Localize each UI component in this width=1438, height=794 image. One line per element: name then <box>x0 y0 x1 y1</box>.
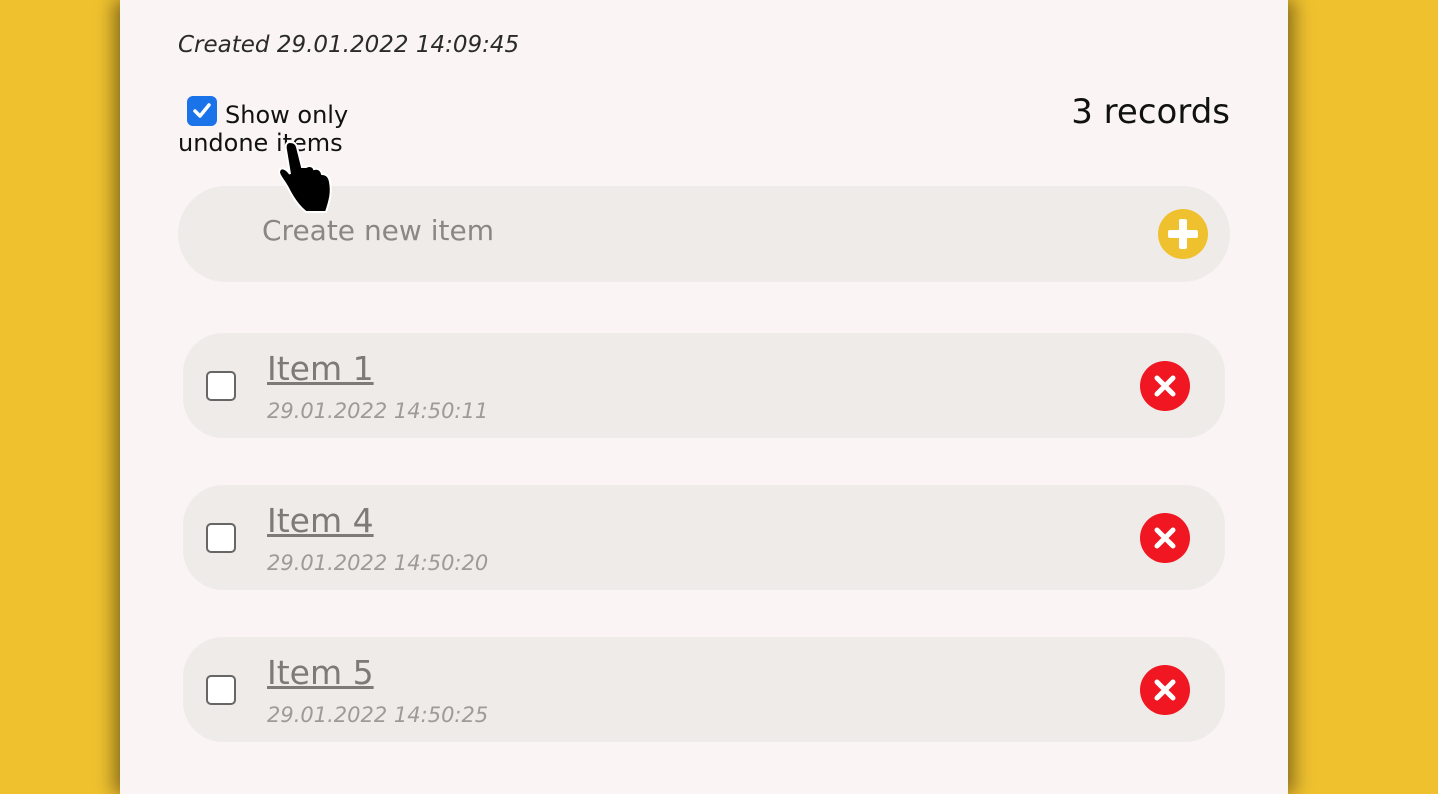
todo-item: Item 5 29.01.2022 14:50:25 <box>183 637 1225 742</box>
item-title-link[interactable]: Item 4 <box>267 501 374 540</box>
todo-panel: Created 29.01.2022 14:09:45 Show only un… <box>120 0 1288 794</box>
close-icon <box>1154 679 1176 701</box>
filter-label-line1[interactable]: Show only <box>225 101 348 130</box>
close-icon <box>1154 375 1176 397</box>
records-count: 3 records <box>1071 92 1230 132</box>
item-date: 29.01.2022 14:50:11 <box>267 399 489 423</box>
todo-item: Item 1 29.01.2022 14:50:11 <box>183 333 1225 438</box>
checkmark-icon <box>193 103 211 118</box>
close-icon <box>1154 527 1176 549</box>
item-date: 29.01.2022 14:50:20 <box>267 551 489 575</box>
item-done-checkbox[interactable] <box>206 675 236 705</box>
item-done-checkbox[interactable] <box>206 523 236 553</box>
hand-pointer-icon <box>277 140 332 213</box>
filter-checkbox[interactable] <box>187 96 217 126</box>
item-title-link[interactable]: Item 5 <box>267 653 374 692</box>
delete-item-button[interactable] <box>1140 361 1190 411</box>
delete-item-button[interactable] <box>1140 513 1190 563</box>
item-done-checkbox[interactable] <box>206 371 236 401</box>
todo-item: Item 4 29.01.2022 14:50:20 <box>183 485 1225 590</box>
create-item-placeholder[interactable]: Create new item <box>262 214 494 247</box>
created-timestamp: Created 29.01.2022 14:09:45 <box>178 32 520 58</box>
delete-item-button[interactable] <box>1140 665 1190 715</box>
add-item-button[interactable] <box>1158 209 1208 259</box>
item-title-link[interactable]: Item 1 <box>267 349 374 388</box>
item-date: 29.01.2022 14:50:25 <box>267 703 489 727</box>
